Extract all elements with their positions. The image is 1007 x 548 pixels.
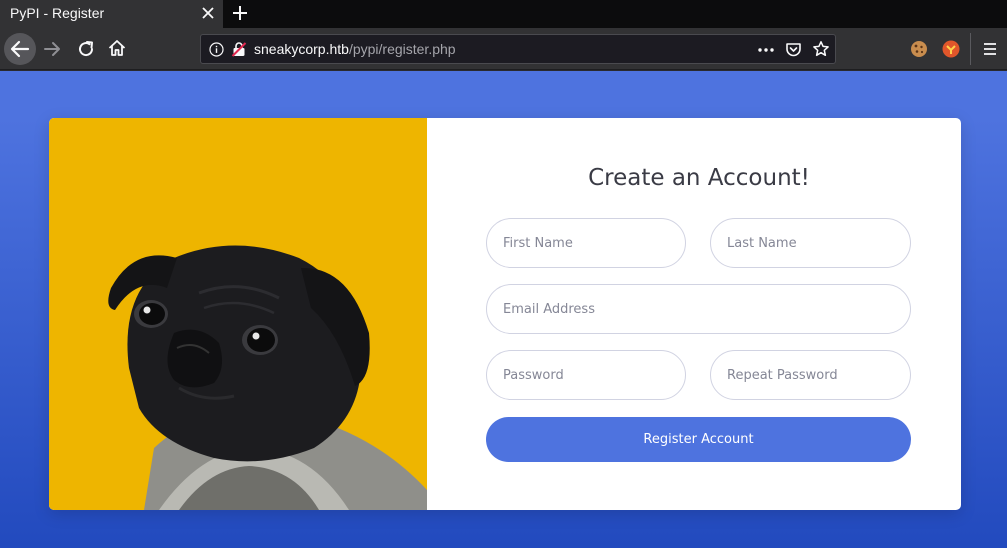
email-input[interactable]: [486, 284, 911, 334]
pocket-icon[interactable]: [785, 41, 802, 58]
bookmark-star-icon[interactable]: [812, 40, 830, 58]
page-background: Create an Account! Register Account: [0, 71, 1007, 548]
url-text: sneakycorp.htb/pypi/register.php: [254, 41, 456, 57]
first-name-input[interactable]: [486, 218, 686, 268]
form-title: Create an Account!: [588, 165, 810, 191]
pug-illustration: [108, 245, 427, 510]
register-form: Create an Account! Register Account: [427, 118, 961, 510]
url-path: /pypi/register.php: [348, 41, 456, 57]
url-host: sneakycorp.htb: [254, 41, 349, 57]
tab-pypi-register[interactable]: PyPI - Register: [0, 0, 224, 28]
back-button[interactable]: [4, 33, 36, 65]
tab-title: PyPI - Register: [10, 5, 105, 21]
register-account-button[interactable]: Register Account: [486, 417, 911, 462]
tab-strip: PyPI - Register: [0, 0, 1007, 28]
back-icon: [10, 40, 30, 58]
toolbar-separator: [970, 33, 971, 65]
info-icon[interactable]: [209, 42, 224, 57]
cookie-extension-icon[interactable]: [909, 39, 929, 59]
register-card: Create an Account! Register Account: [49, 118, 961, 510]
insecure-lock-icon[interactable]: [231, 41, 247, 57]
home-icon[interactable]: [107, 38, 127, 58]
repeat-password-input[interactable]: [710, 350, 911, 400]
more-actions-icon[interactable]: [757, 42, 775, 58]
last-name-input[interactable]: [710, 218, 911, 268]
navigation-toolbar: sneakycorp.htb/pypi/register.php: [0, 28, 1007, 70]
hamburger-menu-icon[interactable]: [980, 39, 1000, 59]
new-tab-icon[interactable]: [230, 3, 250, 23]
address-bar[interactable]: sneakycorp.htb/pypi/register.php: [200, 34, 836, 64]
reload-icon[interactable]: [76, 39, 96, 59]
burp-extension-icon[interactable]: [941, 39, 961, 59]
pug-image: [49, 118, 427, 510]
forward-icon[interactable]: [42, 39, 62, 59]
close-tab-icon[interactable]: [199, 4, 217, 22]
password-input[interactable]: [486, 350, 686, 400]
